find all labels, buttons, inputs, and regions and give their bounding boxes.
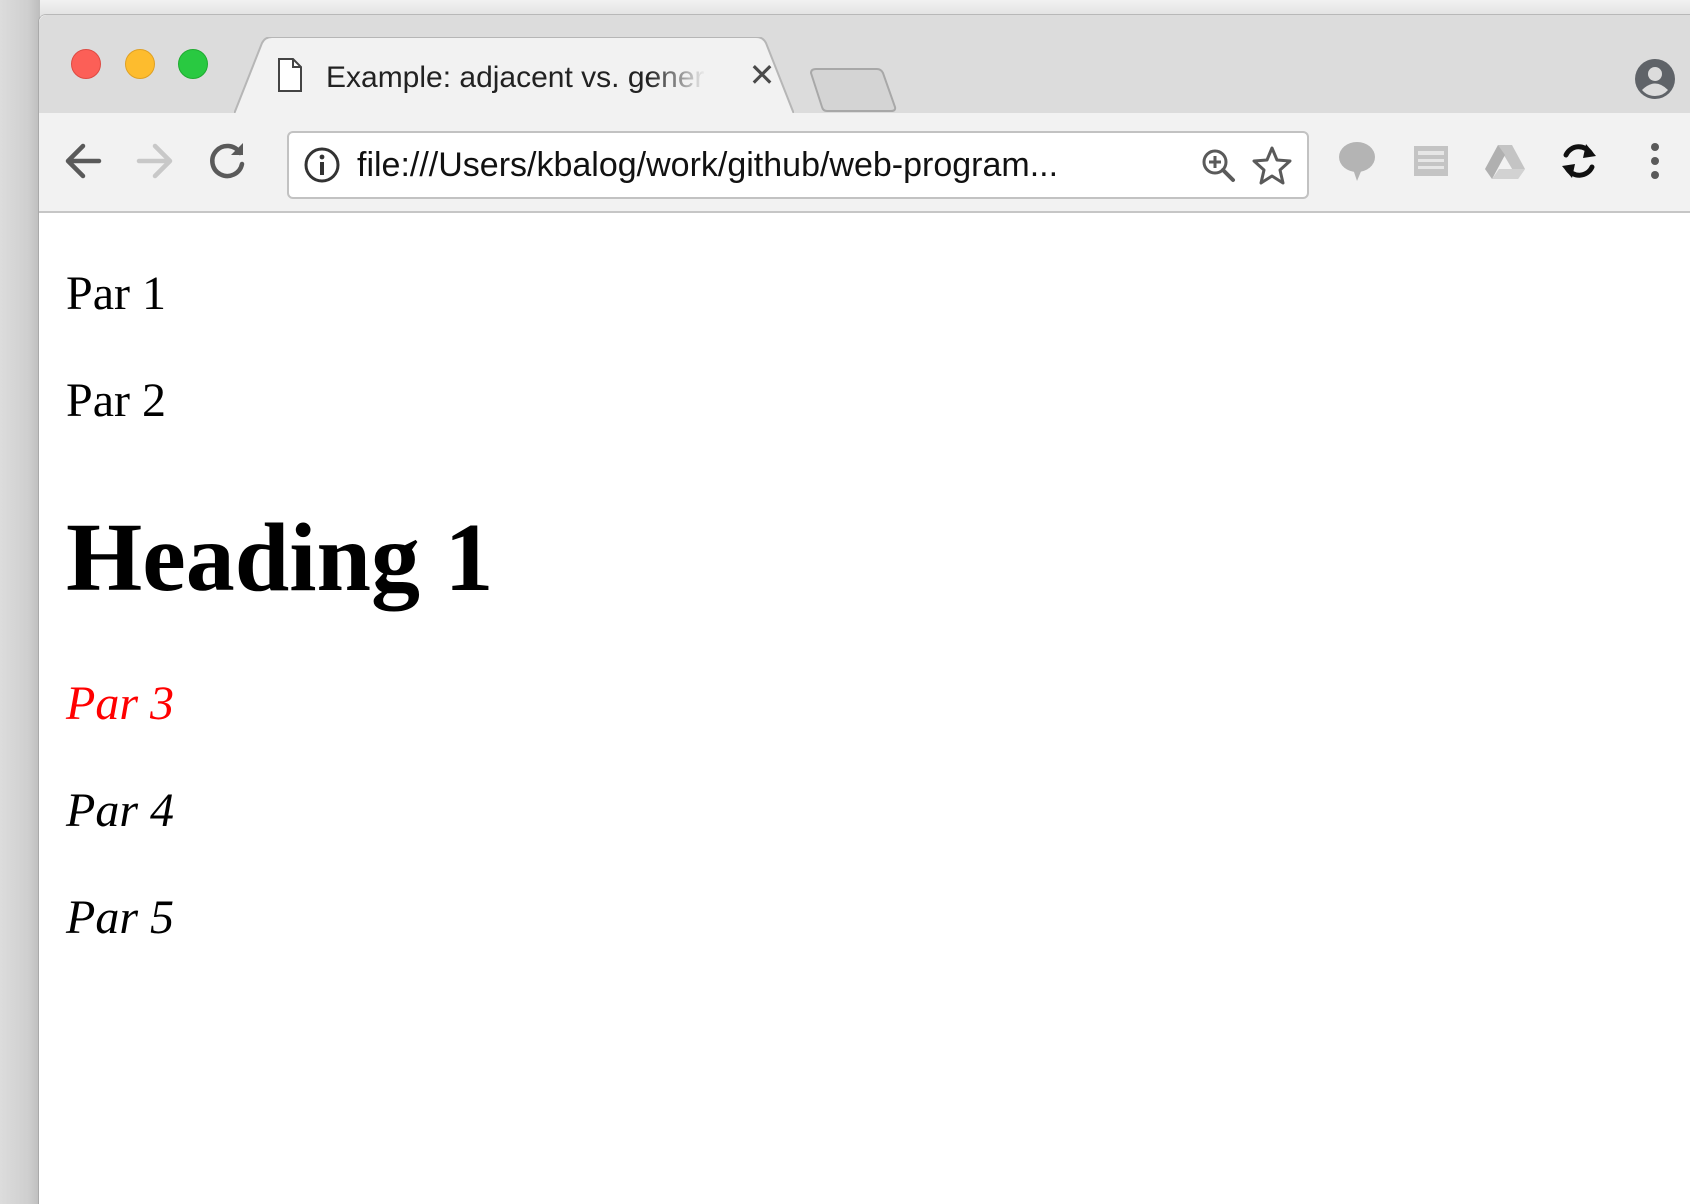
browser-window: Example: adjacent vs. general sibling ✕ bbox=[38, 14, 1690, 1204]
heading-1: Heading 1 bbox=[66, 504, 494, 612]
zoom-icon[interactable] bbox=[1199, 146, 1237, 184]
sync-icon[interactable] bbox=[1557, 139, 1601, 183]
paragraph-2: Par 2 bbox=[66, 374, 166, 427]
new-tab-button[interactable] bbox=[807, 67, 899, 113]
window-close-button[interactable] bbox=[71, 49, 101, 79]
tab-title: Example: adjacent vs. general sibling bbox=[326, 61, 706, 94]
document-icon[interactable] bbox=[1409, 139, 1453, 183]
paragraph-4: Par 4 bbox=[66, 784, 174, 837]
info-icon[interactable] bbox=[303, 146, 341, 184]
reload-icon[interactable] bbox=[199, 133, 255, 189]
tab-strip: Example: adjacent vs. general sibling ✕ bbox=[39, 15, 1690, 114]
paragraph-5: Par 5 bbox=[66, 891, 174, 944]
window-maximize-button[interactable] bbox=[178, 49, 208, 79]
forward-arrow-icon[interactable] bbox=[127, 133, 183, 189]
paragraph-3: Par 3 bbox=[66, 677, 174, 730]
paragraph-1: Par 1 bbox=[66, 267, 166, 320]
page-content: Par 1 Par 2 Heading 1 Par 3 Par 4 Par 5 bbox=[39, 213, 1690, 1204]
page-icon bbox=[276, 57, 304, 93]
profile-icon[interactable] bbox=[1633, 57, 1677, 101]
back-arrow-icon[interactable] bbox=[55, 133, 111, 189]
tab-active[interactable]: Example: adjacent vs. general sibling ✕ bbox=[234, 37, 794, 114]
star-icon[interactable] bbox=[1251, 144, 1293, 186]
speech-bubble-icon[interactable] bbox=[1335, 139, 1379, 183]
url-text[interactable]: file:///Users/kbalog/work/github/web-pro… bbox=[357, 146, 1177, 185]
address-bar[interactable]: file:///Users/kbalog/work/github/web-pro… bbox=[287, 131, 1309, 199]
tab-close-icon[interactable]: ✕ bbox=[746, 59, 778, 91]
drive-icon[interactable] bbox=[1483, 139, 1527, 183]
more-menu-icon[interactable] bbox=[1633, 139, 1677, 183]
browser-toolbar: file:///Users/kbalog/work/github/web-pro… bbox=[39, 113, 1690, 213]
window-shadow bbox=[0, 0, 40, 1204]
window-minimize-button[interactable] bbox=[125, 49, 155, 79]
